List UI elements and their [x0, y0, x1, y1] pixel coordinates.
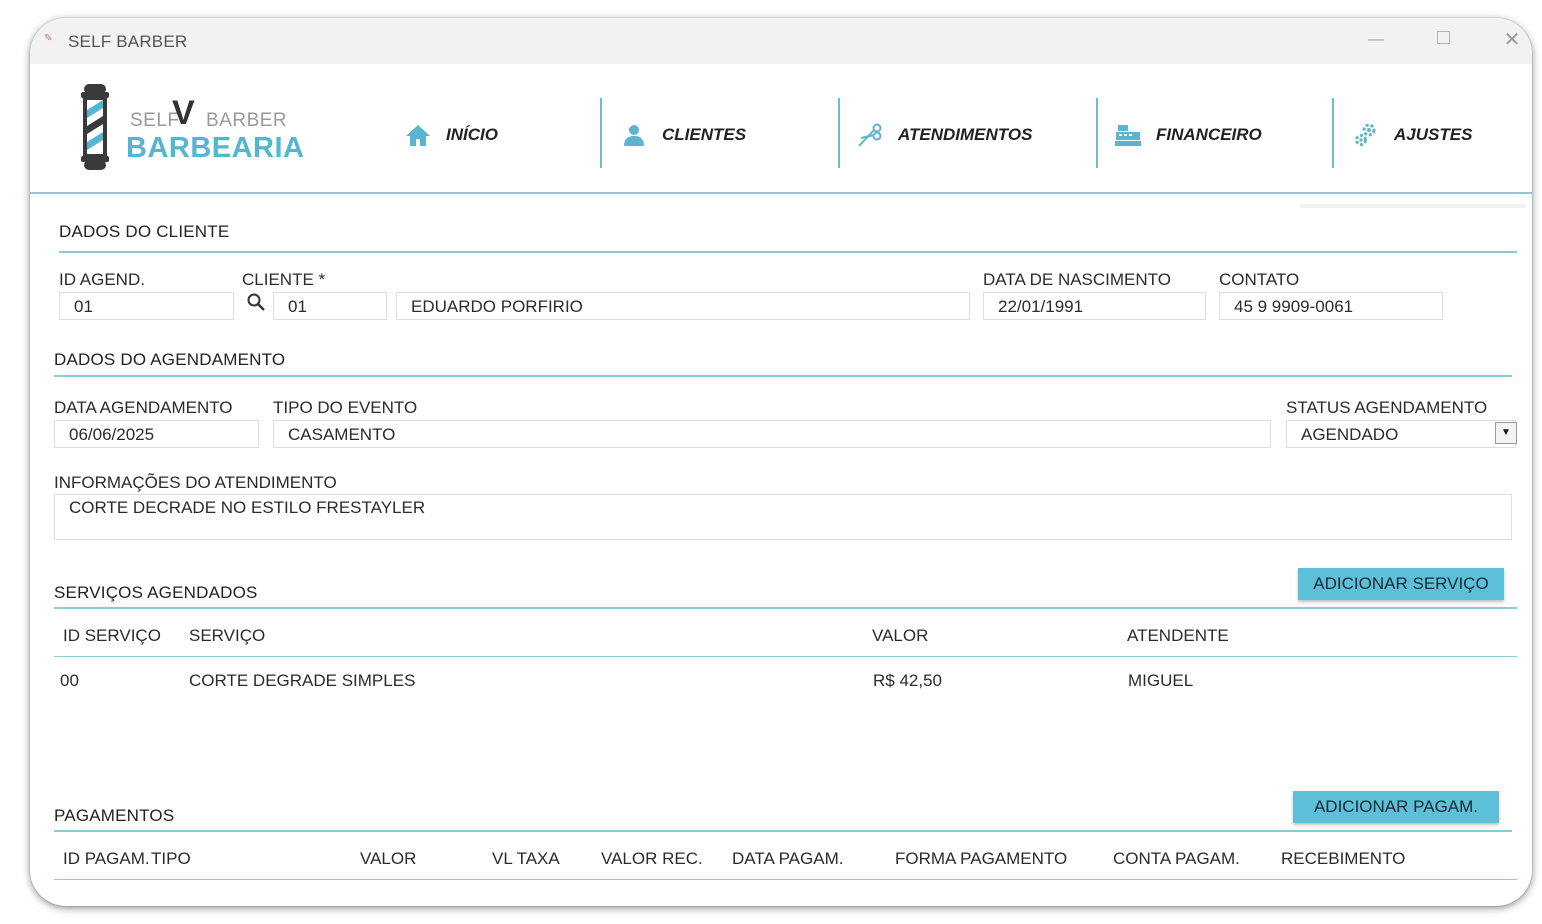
- logo: SELF V BARBER BARBEARIA: [74, 82, 304, 178]
- table-header-divider: [54, 656, 1517, 657]
- table-header: ID SERVIÇO: [63, 626, 161, 645]
- table-header: VL TAXA: [492, 849, 560, 868]
- nav-divider: [838, 98, 840, 168]
- nascimento-label: DATA DE NASCIMENTO: [983, 270, 1171, 289]
- add-payment-button[interactable]: ADICIONAR PAGAM.: [1293, 791, 1499, 823]
- gears-icon: [1352, 121, 1380, 149]
- table-header: RECEBIMENTO: [1281, 849, 1406, 868]
- id-agend-field[interactable]: 01: [59, 292, 234, 320]
- nav-financeiro[interactable]: FINANCEIRO: [1114, 100, 1262, 170]
- contato-field[interactable]: 45 9 9909-0061: [1219, 292, 1443, 320]
- section-title-pagamentos: PAGAMENTOS: [54, 806, 175, 825]
- scissors-icon: [856, 121, 884, 149]
- logo-barbearia: BARBEARIA: [126, 132, 305, 164]
- nav-label: AJUSTES: [1394, 125, 1473, 144]
- barber-pole-icon: [81, 84, 109, 170]
- section-divider: [59, 251, 1517, 253]
- app-window: ✎ SELF BARBER — ✕ SELF V BARBER BARBEARI…: [30, 18, 1532, 906]
- section-title-agendamento: DADOS DO AGENDAMENTO: [54, 350, 286, 369]
- status-label: STATUS AGENDAMENTO: [1286, 398, 1488, 417]
- app-icon: ✎: [44, 33, 53, 44]
- table-header: FORMA PAGAMENTO: [895, 849, 1068, 868]
- id-agend-label: ID AGEND.: [59, 270, 145, 289]
- nav-label: CLIENTES: [662, 125, 747, 144]
- table-cell: CORTE DEGRADE SIMPLES: [189, 671, 416, 690]
- add-service-button[interactable]: ADICIONAR SERVIÇO: [1298, 568, 1504, 600]
- user-icon: [620, 121, 648, 149]
- nav-divider: [600, 98, 602, 168]
- nav-divider: [1332, 98, 1334, 168]
- status-select-value: AGENDADO: [1301, 425, 1399, 444]
- logo-barber: BARBER: [206, 110, 288, 131]
- table-header: DATA PAGAM.: [732, 849, 844, 868]
- table-header: CONTA PAGAM.: [1113, 849, 1240, 868]
- section-divider: [54, 607, 1517, 609]
- nav-atendimentos[interactable]: ATENDIMENTOS: [856, 100, 1032, 170]
- nascimento-field[interactable]: 22/01/1991: [983, 292, 1206, 320]
- section-title-servicos: SERVIÇOS AGENDADOS: [54, 583, 258, 602]
- table-header: ID PAGAM.: [63, 849, 150, 868]
- nav-divider: [1096, 98, 1098, 168]
- search-icon[interactable]: [246, 292, 266, 312]
- home-icon: [404, 121, 432, 149]
- tipo-evento-field[interactable]: CASAMENTO: [273, 420, 1271, 448]
- table-header: VALOR: [872, 626, 929, 645]
- table-header-divider: [54, 879, 1517, 880]
- data-agendamento-label: DATA AGENDAMENTO: [54, 398, 233, 417]
- logo-scissors-icon: V: [172, 94, 195, 132]
- nav-inicio[interactable]: INÍCIO: [404, 100, 498, 170]
- title-bar: ✎ SELF BARBER — ✕: [30, 18, 1532, 64]
- cliente-nome-field[interactable]: EDUARDO PORFIRIO: [396, 292, 970, 320]
- table-cell: 00: [60, 671, 79, 690]
- tipo-evento-label: TIPO DO EVENTO: [273, 398, 418, 417]
- info-atendimento-label: INFORMAÇÕES DO ATENDIMENTO: [54, 473, 337, 492]
- table-cell: R$ 42,50: [873, 671, 942, 690]
- table-header: TIPO: [151, 849, 191, 868]
- cliente-id-field[interactable]: 01: [273, 292, 387, 320]
- app-header: SELF V BARBER BARBEARIA INÍCIO CLIENTES …: [30, 64, 1532, 194]
- cliente-label: CLIENTE *: [242, 270, 326, 289]
- maximize-button[interactable]: [1423, 26, 1463, 54]
- window-title: SELF BARBER: [68, 32, 188, 51]
- scroll-indicator: [1300, 204, 1526, 208]
- table-header: VALOR REC.: [601, 849, 703, 868]
- section-divider: [54, 830, 1512, 832]
- close-button[interactable]: ✕: [1492, 26, 1532, 54]
- nav-label: INÍCIO: [446, 125, 498, 144]
- nav-label: FINANCEIRO: [1156, 125, 1262, 144]
- table-header: SERVIÇO: [189, 626, 266, 645]
- chevron-down-icon[interactable]: ▼: [1495, 422, 1517, 444]
- minimize-button[interactable]: —: [1356, 26, 1396, 54]
- table-header: VALOR: [360, 849, 417, 868]
- table-cell: MIGUEL: [1128, 671, 1194, 690]
- nav-ajustes[interactable]: AJUSTES: [1352, 100, 1472, 170]
- nav-label: ATENDIMENTOS: [898, 125, 1033, 144]
- nav-clientes[interactable]: CLIENTES: [620, 100, 746, 170]
- data-agendamento-field[interactable]: 06/06/2025: [54, 420, 259, 448]
- status-select[interactable]: AGENDADO ▼: [1286, 420, 1517, 448]
- info-atendimento-field[interactable]: CORTE DECRADE NO ESTILO FRESTAYLER: [54, 494, 1512, 540]
- contato-label: CONTATO: [1219, 270, 1300, 289]
- table-header: ATENDENTE: [1127, 626, 1229, 645]
- maximize-icon: [1436, 31, 1450, 44]
- section-divider: [54, 375, 1512, 377]
- cash-register-icon: [1114, 121, 1142, 149]
- section-title-cliente: DADOS DO CLIENTE: [59, 222, 230, 241]
